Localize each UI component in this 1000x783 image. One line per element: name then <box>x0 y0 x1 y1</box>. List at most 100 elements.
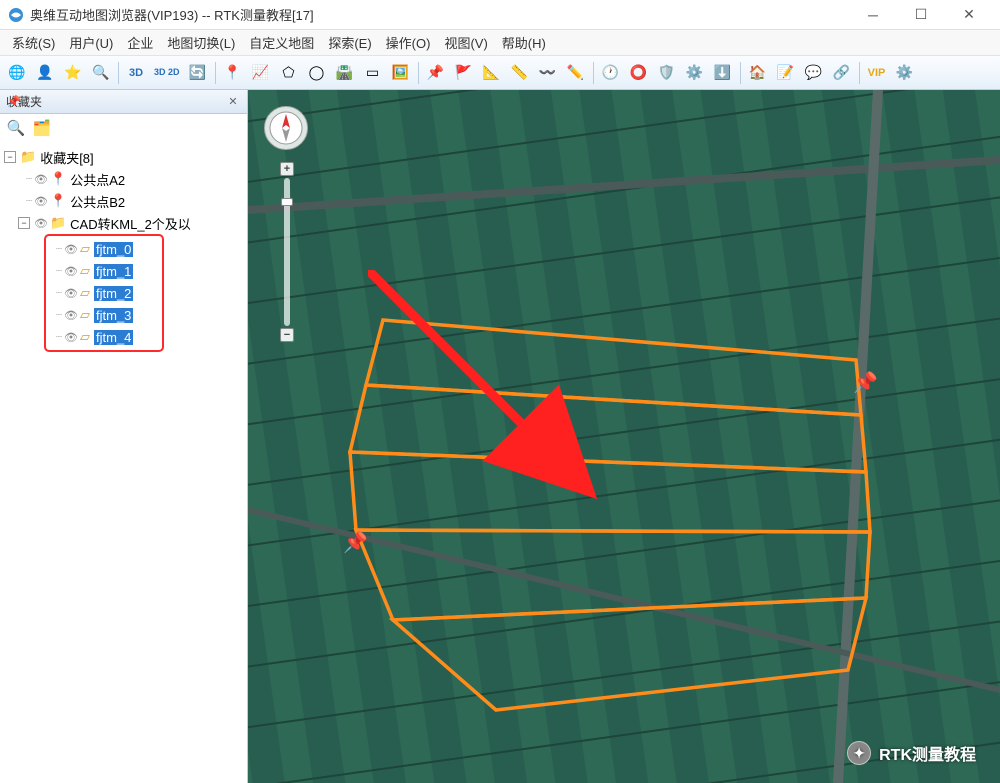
menu-help[interactable]: 帮助(H) <box>496 30 552 55</box>
panel-tools: 🔍 🗂️ <box>0 114 247 142</box>
satellite-imagery <box>248 90 1000 783</box>
refresh-icon[interactable]: 🔄 <box>185 60 211 86</box>
highlighted-shapes-box: ┈👁▱fjtm_0 ┈👁▱fjtm_1 ┈👁▱fjtm_2 ┈👁▱fjtm_3 … <box>44 234 164 352</box>
tree-item-label: 公共点B2 <box>70 192 125 211</box>
download-icon[interactable]: ⬇️ <box>710 60 736 86</box>
track-icon[interactable]: 〰️ <box>535 60 561 86</box>
marker-icon[interactable]: 📍 <box>220 60 246 86</box>
tree-item-shape[interactable]: ┈👁▱fjtm_4 <box>50 326 160 348</box>
folder-icon: 📁 <box>50 215 66 231</box>
tree-item-shape[interactable]: ┈👁▱fjtm_1 <box>50 260 160 282</box>
panel-search-icon[interactable]: 🔍 <box>6 118 26 138</box>
chat-icon[interactable]: 💬 <box>801 60 827 86</box>
menu-enterprise[interactable]: 企业 <box>121 30 159 55</box>
map-pushpin-icon[interactable]: 📌 <box>853 370 878 395</box>
map-view[interactable]: + − 📌 📌 ✦ RTK测量教程 <box>248 90 1000 783</box>
pin-icon[interactable]: 📌 <box>6 94 22 110</box>
tree-item-a2[interactable]: ┈ 👁 📍 公共点A2 <box>2 168 245 190</box>
menu-explore[interactable]: 探索(E) <box>322 30 377 55</box>
line-icon[interactable]: 📈 <box>248 60 274 86</box>
shape-icon: ▱ <box>80 263 90 279</box>
mode-3d-button[interactable]: 3D <box>123 60 149 86</box>
menu-custommap[interactable]: 自定义地图 <box>243 30 320 55</box>
mode-3d2d-button[interactable]: 3D 2D <box>151 60 183 86</box>
favorites-tree: − 📁 收藏夹[8] ┈ 👁 📍 公共点A2 ┈ 👁 📍 公共点B2 − 👁 📁 <box>0 142 247 356</box>
tree-item-cad[interactable]: − 👁 📁 CAD转KML_2个及以 <box>2 212 245 234</box>
collapse-icon[interactable]: − <box>18 217 30 229</box>
tree-root[interactable]: − 📁 收藏夹[8] <box>2 146 245 168</box>
sidebar: 收藏夹 📌 ✕ 🔍 🗂️ − 📁 收藏夹[8] ┈ 👁 📍 公共点A2 ┈ <box>0 90 248 783</box>
measure-icon[interactable]: 📐 <box>479 60 505 86</box>
star-icon[interactable]: ⭐ <box>60 60 86 86</box>
shape-icon: ▱ <box>80 307 90 323</box>
tree-item-b2[interactable]: ┈ 👁 📍 公共点B2 <box>2 190 245 212</box>
panel-layers-icon[interactable]: 🗂️ <box>32 118 52 138</box>
visibility-icon[interactable]: 👁 <box>64 287 78 300</box>
visibility-icon[interactable]: 👁 <box>34 173 48 186</box>
tree-item-label: CAD转KML_2个及以 <box>70 214 191 233</box>
globe-icon[interactable]: 🌐 <box>4 60 30 86</box>
rect-icon[interactable]: ▭ <box>360 60 386 86</box>
history-icon[interactable]: 🕐 <box>598 60 624 86</box>
wechat-icon: ✦ <box>847 741 871 765</box>
zoom-slider[interactable]: + − <box>280 162 294 342</box>
toolbar: 🌐 👤 ⭐ 🔍 3D 3D 2D 🔄 📍 📈 ⬠ ◯ 🛣️ ▭ 🖼️ 📌 🚩 📐… <box>0 56 1000 90</box>
edit-icon[interactable]: ✏️ <box>563 60 589 86</box>
menu-user[interactable]: 用户(U) <box>63 30 119 55</box>
tree-item-label: 公共点A2 <box>70 170 125 189</box>
shape-label: fjtm_0 <box>94 242 133 257</box>
panel-close-icon[interactable]: ✕ <box>225 94 241 110</box>
visibility-icon[interactable]: 👁 <box>64 309 78 322</box>
shape-label: fjtm_3 <box>94 308 133 323</box>
search-icon[interactable]: 🔍 <box>88 60 114 86</box>
zoom-thumb[interactable] <box>281 198 293 206</box>
zoom-in-button[interactable]: + <box>280 162 294 176</box>
collapse-icon[interactable]: − <box>4 151 16 163</box>
visibility-icon[interactable]: 👁 <box>34 217 48 230</box>
compass-control[interactable] <box>264 106 308 150</box>
image-icon[interactable]: 🖼️ <box>388 60 414 86</box>
zoom-track[interactable] <box>284 178 290 326</box>
tree-root-label: 收藏夹[8] <box>40 148 93 167</box>
tree-item-shape[interactable]: ┈👁▱fjtm_3 <box>50 304 160 326</box>
share-icon[interactable]: 🔗 <box>829 60 855 86</box>
flag-icon[interactable]: 🚩 <box>451 60 477 86</box>
shape-label: fjtm_1 <box>94 264 133 279</box>
marker-icon: 📍 <box>50 171 66 187</box>
ruler-icon[interactable]: 📏 <box>507 60 533 86</box>
zoom-out-button[interactable]: − <box>280 328 294 342</box>
marker-icon: 📍 <box>50 193 66 209</box>
pin-tool-icon[interactable]: 📌 <box>423 60 449 86</box>
folder-icon: 📁 <box>20 149 36 165</box>
menu-system[interactable]: 系统(S) <box>6 30 61 55</box>
vip-button[interactable]: VIP <box>864 60 890 86</box>
circle-icon[interactable]: ◯ <box>304 60 330 86</box>
minimize-button[interactable]: ─ <box>850 1 896 29</box>
home-icon[interactable]: 🏠 <box>745 60 771 86</box>
visibility-icon[interactable]: 👁 <box>64 265 78 278</box>
shield-icon[interactable]: 🛡️ <box>654 60 680 86</box>
menu-operate[interactable]: 操作(O) <box>380 30 437 55</box>
maximize-button[interactable]: ☐ <box>898 1 944 29</box>
settings-icon[interactable]: ⚙️ <box>682 60 708 86</box>
menu-bar: 系统(S) 用户(U) 企业 地图切换(L) 自定义地图 探索(E) 操作(O)… <box>0 30 1000 56</box>
tree-item-shape[interactable]: ┈👁▱fjtm_2 <box>50 282 160 304</box>
note-icon[interactable]: 📝 <box>773 60 799 86</box>
tree-connector: ┈ <box>26 196 31 207</box>
visibility-icon[interactable]: 👁 <box>64 243 78 256</box>
visibility-icon[interactable]: 👁 <box>34 195 48 208</box>
options-icon[interactable]: ⚙️ <box>892 60 918 86</box>
route-icon[interactable]: 🛣️ <box>332 60 358 86</box>
shape-icon: ▱ <box>80 285 90 301</box>
map-pushpin-icon[interactable]: 📌 <box>343 530 368 555</box>
visibility-icon[interactable]: 👁 <box>64 331 78 344</box>
tree-item-shape[interactable]: ┈👁▱fjtm_0 <box>50 238 160 260</box>
menu-view[interactable]: 视图(V) <box>438 30 493 55</box>
menu-mapswitch[interactable]: 地图切换(L) <box>161 30 241 55</box>
close-button[interactable]: ✕ <box>946 1 992 29</box>
watermark: ✦ RTK测量教程 <box>847 741 976 765</box>
polygon-icon[interactable]: ⬠ <box>276 60 302 86</box>
tree-connector: ┈ <box>26 174 31 185</box>
user-icon[interactable]: 👤 <box>32 60 58 86</box>
ring-icon[interactable]: ⭕ <box>626 60 652 86</box>
